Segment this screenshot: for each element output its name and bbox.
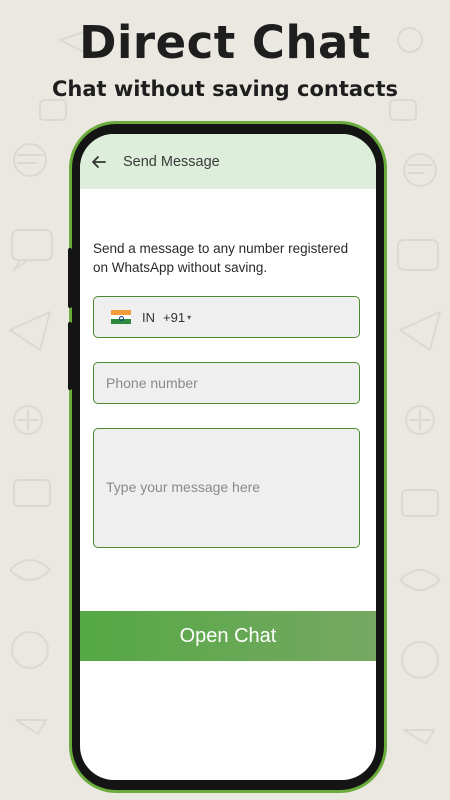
dial-code-label: +91 bbox=[163, 309, 186, 325]
open-chat-button[interactable]: Open Chat bbox=[80, 611, 376, 661]
page-title: Send Message bbox=[123, 153, 220, 170]
country-code-label: IN bbox=[142, 309, 155, 325]
phone-side-button bbox=[68, 248, 72, 308]
india-flag-icon bbox=[111, 310, 131, 325]
phone-screen: Send Message Send a message to any numbe… bbox=[80, 134, 376, 780]
arrow-back-icon[interactable] bbox=[91, 153, 109, 171]
phone-number-field bbox=[93, 362, 360, 404]
phone-number-input[interactable] bbox=[94, 363, 359, 403]
message-input[interactable] bbox=[94, 429, 359, 547]
dropdown-caret-icon: ▾ bbox=[187, 312, 192, 322]
promo-subtitle: Chat without saving contacts bbox=[51, 77, 399, 101]
message-field bbox=[93, 428, 360, 548]
phone-side-button bbox=[68, 322, 72, 390]
country-code-selector[interactable]: IN +91 ▾ bbox=[93, 296, 360, 338]
app-bar: Send Message bbox=[80, 134, 376, 189]
description-text: Send a message to any number registered … bbox=[93, 241, 349, 275]
promo-title: Direct Chat bbox=[79, 16, 371, 69]
phone-frame: Send Message Send a message to any numbe… bbox=[68, 124, 384, 790]
